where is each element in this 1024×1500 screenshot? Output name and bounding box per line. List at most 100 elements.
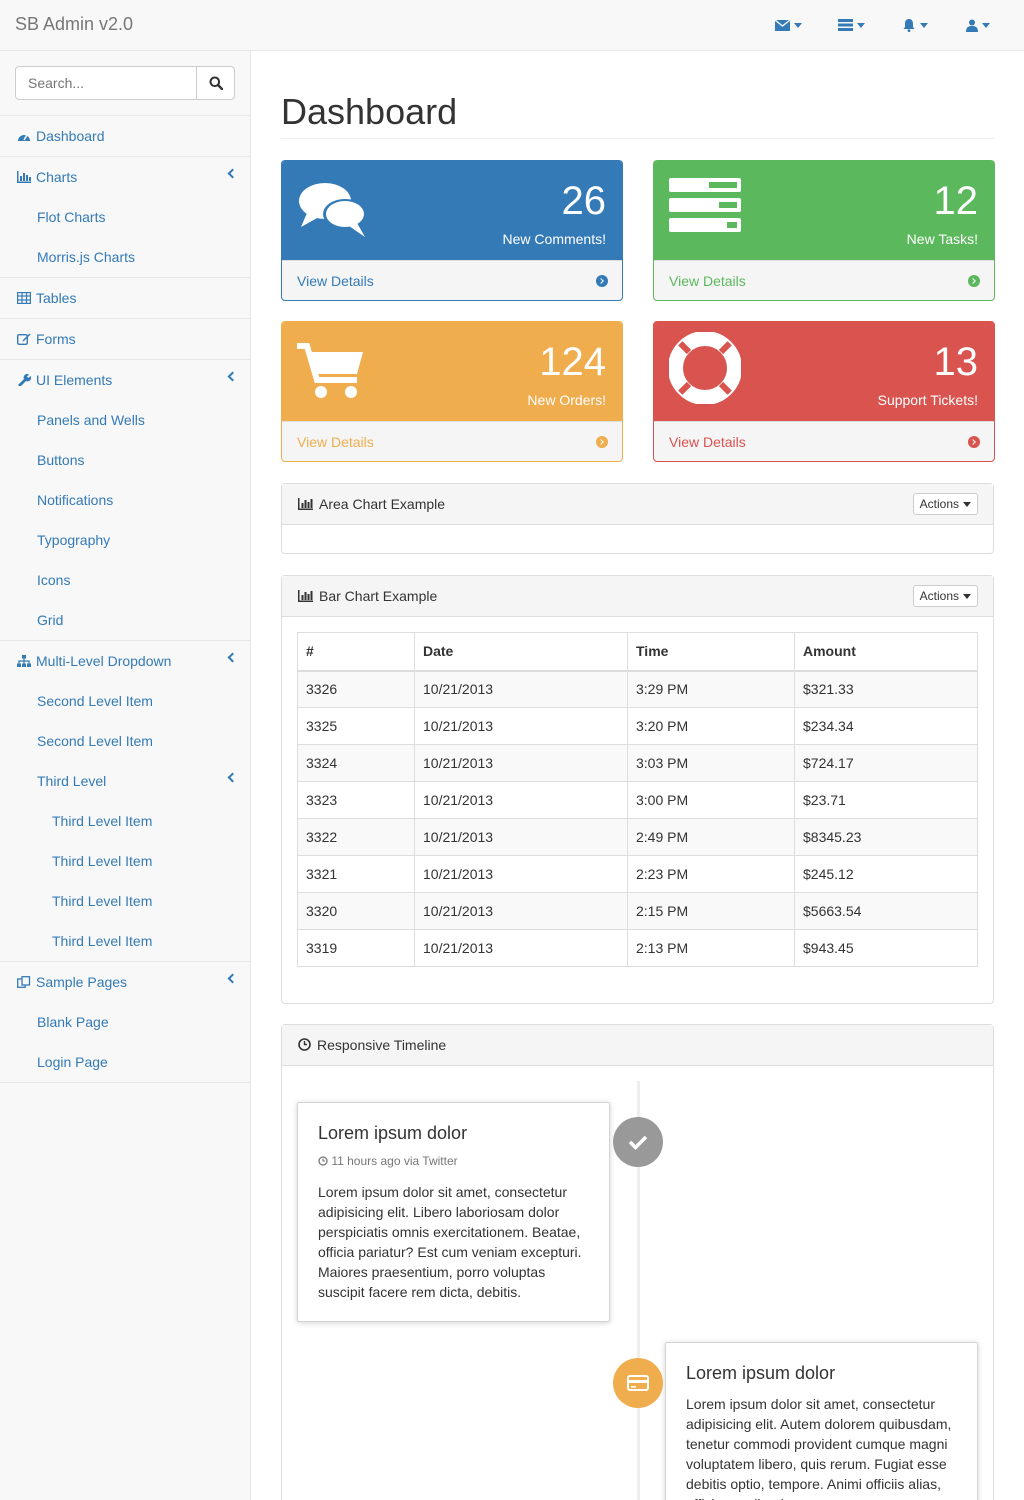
search-input[interactable]: [16, 67, 196, 99]
messages-dropdown[interactable]: [775, 16, 802, 34]
table-row: 3320 10/21/2013 2:15 PM $5663.54: [297, 892, 978, 930]
edit-icon: [17, 333, 31, 345]
sidebar-item-label: Panels and Wells: [37, 412, 145, 428]
table-row: 3324 10/21/2013 3:03 PM $724.17: [297, 744, 978, 782]
stat-panel-orders: 124 New Orders! View Details: [281, 321, 623, 462]
sidebar-item-second-level-1[interactable]: Second Level Item: [0, 681, 250, 721]
timeline-badge: [613, 1358, 663, 1408]
check-icon: [628, 1135, 648, 1150]
bar-chart-panel: Bar Chart Example Actions # Date Time Am…: [281, 575, 994, 1004]
table-cell: $8345.23: [794, 818, 978, 856]
sidebar-item-label: Icons: [37, 572, 71, 588]
view-details-link[interactable]: View Details: [654, 260, 994, 300]
sidebar-item-label: Buttons: [37, 452, 85, 468]
view-details-label: View Details: [669, 434, 746, 450]
sidebar-item-third-level-item-2[interactable]: Third Level Item: [0, 841, 250, 881]
view-details-link[interactable]: View Details: [282, 260, 622, 300]
timeline-body: Lorem ipsum dolor sit amet, consectetur …: [686, 1396, 952, 1500]
sidebar-item-label: Charts: [36, 169, 78, 185]
actions-dropdown-button[interactable]: Actions: [912, 493, 978, 515]
sidebar-item-dashboard[interactable]: Dashboard: [0, 115, 250, 156]
sidebar-item-second-level-2[interactable]: Second Level Item: [0, 721, 250, 761]
orders-table: # Date Time Amount 3326 10/21/2013 3:29 PM…: [297, 632, 978, 967]
table-cell: 3319: [297, 929, 415, 967]
sidebar-item-third-level-item-4[interactable]: Third Level Item: [0, 921, 250, 961]
chevron-left-icon: [227, 168, 238, 179]
sidebar-item-flot-charts[interactable]: Flot Charts: [0, 197, 250, 237]
table-cell: $5663.54: [794, 892, 978, 930]
user-dropdown[interactable]: [966, 16, 990, 34]
actions-dropdown-button[interactable]: Actions: [912, 585, 978, 607]
timeline-title: Lorem ipsum dolor: [686, 1363, 836, 1383]
panel-heading: Bar Chart Example Actions: [282, 576, 993, 617]
sidebar-item-third-level[interactable]: Third Level: [0, 761, 250, 801]
table-cell: 10/21/2013: [414, 929, 628, 967]
sidebar-item-grid[interactable]: Grid: [0, 600, 250, 640]
alerts-dropdown[interactable]: [902, 16, 928, 34]
sidebar-item-notifications[interactable]: Notifications: [0, 480, 250, 520]
table-cell: $234.34: [794, 707, 978, 745]
column-header: #: [297, 632, 415, 672]
table-cell: 2:13 PM: [627, 929, 795, 967]
timeline-badge: [613, 1117, 663, 1167]
sidebar-item-label: Morris.js Charts: [37, 249, 136, 265]
stat-label: Support Tickets!: [877, 392, 978, 408]
sidebar-divider: [0, 1082, 250, 1083]
sidebar-item-icons[interactable]: Icons: [0, 560, 250, 600]
sidebar: Dashboard Charts Flot Charts Morris.js C…: [0, 51, 251, 1500]
search-button[interactable]: [196, 67, 234, 99]
stat-value: 26: [561, 179, 607, 223]
chevron-down-icon: [794, 22, 802, 28]
table-cell: 3321: [297, 855, 415, 893]
table-cell: $23.71: [794, 781, 978, 819]
sidebar-item-label: Third Level Item: [52, 933, 153, 949]
timeline-entry: Lorem ipsum dolor Lorem ipsum dolor sit …: [665, 1342, 978, 1500]
sidebar-item-label: Forms: [36, 331, 76, 347]
table-row: 3326 10/21/2013 3:29 PM $321.33: [297, 670, 978, 708]
table-cell: 10/21/2013: [414, 670, 628, 708]
sidebar-item-multi-level[interactable]: Multi-Level Dropdown: [0, 640, 250, 681]
clock-icon: [318, 1156, 328, 1166]
sidebar-item-label: Second Level Item: [37, 693, 153, 709]
sidebar-item-morris-charts[interactable]: Morris.js Charts: [0, 237, 250, 277]
table-cell: $321.33: [794, 670, 978, 708]
sidebar-item-label: UI Elements: [36, 372, 113, 388]
life-ring-icon: [669, 332, 741, 404]
chevron-down-icon: [982, 22, 990, 28]
table-cell: 3320: [297, 892, 415, 930]
view-details-link[interactable]: View Details: [654, 421, 994, 461]
sidebar-item-typography[interactable]: Typography: [0, 520, 250, 560]
sidebar-item-charts[interactable]: Charts: [0, 156, 250, 197]
bar-chart-icon: [298, 498, 313, 510]
bar-chart-icon: [17, 171, 31, 183]
sidebar-item-panels-wells[interactable]: Panels and Wells: [0, 400, 250, 440]
sidebar-item-label: Dashboard: [36, 128, 105, 144]
timeline-entry: Lorem ipsum dolor 11 hours ago via Twitt…: [297, 1102, 610, 1322]
sidebar-item-forms[interactable]: Forms: [0, 318, 250, 359]
sidebar-item-label: Tables: [36, 290, 77, 306]
brand-title[interactable]: SB Admin v2.0: [15, 14, 133, 35]
sidebar-item-tables[interactable]: Tables: [0, 277, 250, 318]
tasks-dropdown[interactable]: [838, 16, 865, 34]
sidebar-item-ui-elements[interactable]: UI Elements: [0, 359, 250, 400]
sidebar-item-blank-page[interactable]: Blank Page: [0, 1002, 250, 1042]
table-cell: 2:15 PM: [627, 892, 795, 930]
user-icon: [966, 19, 978, 32]
table-body: 3326 10/21/2013 3:29 PM $321.33 3325 10/21/20…: [297, 670, 978, 967]
table-cell: 10/21/2013: [414, 892, 628, 930]
files-icon: [17, 976, 31, 988]
sidebar-item-buttons[interactable]: Buttons: [0, 440, 250, 480]
arrow-circle-right-icon: [596, 275, 608, 287]
sidebar-item-label: Second Level Item: [37, 733, 153, 749]
sidebar-item-sample-pages[interactable]: Sample Pages: [0, 961, 250, 1002]
sidebar-item-login-page[interactable]: Login Page: [0, 1042, 250, 1082]
sidebar-item-third-level-item-1[interactable]: Third Level Item: [0, 801, 250, 841]
stat-value: 13: [933, 340, 979, 384]
column-header: Time: [627, 632, 795, 672]
panel-title: Responsive Timeline: [317, 1037, 447, 1053]
table-header-row: # Date Time Amount: [297, 632, 978, 672]
timeline-title: Lorem ipsum dolor: [318, 1123, 468, 1143]
sidebar-item-third-level-item-3[interactable]: Third Level Item: [0, 881, 250, 921]
view-details-link[interactable]: View Details: [282, 421, 622, 461]
wrench-icon: [18, 374, 31, 386]
